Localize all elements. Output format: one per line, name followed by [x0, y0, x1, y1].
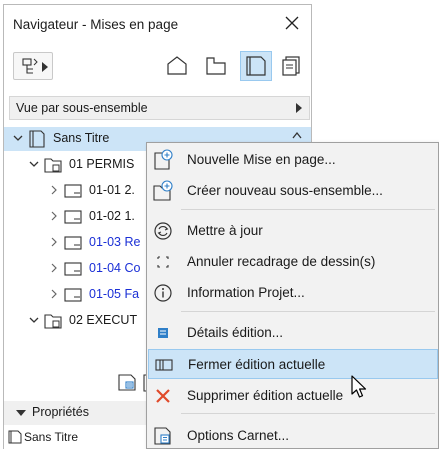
title-bar: Navigateur - Mises en page [4, 5, 311, 43]
delete-x-icon [156, 389, 170, 403]
panel-title: Navigateur - Mises en page [13, 17, 179, 32]
triangle-right-icon [42, 62, 48, 72]
triangle-down-icon [16, 410, 26, 416]
issue-details-icon [158, 328, 168, 338]
close-icon[interactable] [282, 13, 302, 33]
subset-folder-icon [44, 314, 62, 329]
menu-item-book-options[interactable]: Options Carnet... [148, 421, 438, 449]
refresh-icon [154, 222, 172, 240]
chevron-right-icon[interactable] [49, 185, 59, 195]
view-select-value: Vue par sous-ensemble [16, 101, 148, 115]
tree-item-label: 01-02 1. [89, 209, 135, 223]
tree-item-label: 01-03 Re [89, 235, 141, 249]
menu-item-label: Mettre à jour [187, 223, 263, 238]
scroll-up-icon[interactable] [292, 131, 302, 139]
chevron-right-icon[interactable] [49, 263, 59, 273]
crop-cancel-icon [157, 256, 169, 268]
chevron-right-icon[interactable] [49, 289, 59, 299]
tree-item-label: 01-04 Co [89, 261, 141, 275]
menu-item-new-subset[interactable]: Créer nouveau sous-ensemble... [148, 176, 438, 206]
layout-book-icon [29, 130, 45, 148]
toolbar [4, 49, 311, 89]
layout-book-tab-active[interactable] [240, 51, 272, 81]
menu-item-label: Options Carnet... [187, 428, 290, 443]
menu-item-label: Détails édition... [187, 325, 284, 340]
info-icon [154, 284, 172, 302]
menu-item-close-issue[interactable]: Fermer édition actuelle [148, 349, 438, 379]
tree-icon [22, 58, 38, 74]
menu-separator [181, 311, 435, 312]
layout-page-icon [64, 288, 82, 302]
chevron-down-icon[interactable] [13, 133, 23, 143]
menu-item-crop-cancel[interactable]: Annuler recadrage de dessin(s) [148, 247, 438, 277]
chevron-down-icon[interactable] [29, 159, 39, 169]
menu-item-label: Fermer édition actuelle [188, 357, 326, 372]
navigator-menu-button[interactable] [13, 52, 53, 80]
project-map-icon[interactable] [164, 54, 190, 78]
menu-item-label: Annuler recadrage de dessin(s) [187, 254, 376, 269]
menu-item-refresh[interactable]: Mettre à jour [148, 216, 438, 246]
tree-item-label: 02 EXECUT [69, 313, 138, 327]
tree-item-label: Sans Titre [53, 131, 110, 145]
new-layout-icon [154, 149, 173, 170]
chevron-down-icon[interactable] [29, 315, 39, 325]
menu-item-label: Créer nouveau sous-ensemble... [187, 183, 383, 198]
menu-separator [181, 209, 435, 210]
menu-item-new-layout[interactable]: Nouvelle Mise en page... [148, 145, 438, 175]
tree-item-label: 01-05 Fa [89, 287, 140, 301]
chevron-right-icon[interactable] [49, 237, 59, 247]
layout-page-icon [64, 210, 82, 224]
view-map-icon[interactable] [203, 54, 229, 78]
mouse-cursor-icon [351, 375, 367, 398]
layout-page-icon [64, 262, 82, 276]
menu-item-info[interactable]: Information Projet... [148, 278, 438, 308]
context-menu: Nouvelle Mise en page... Créer nouveau so… [146, 142, 439, 449]
menu-item-label: Nouvelle Mise en page... [187, 152, 336, 167]
layout-page-icon [64, 236, 82, 250]
menu-item-issue-details[interactable]: Détails édition... [148, 318, 438, 348]
menu-item-label: Supprimer édition actuelle [187, 388, 344, 403]
menu-item-delete-x[interactable]: Supprimer édition actuelle [148, 381, 438, 411]
book-options-icon [154, 427, 171, 445]
close-issue-icon [155, 359, 173, 371]
tree-item-label: 01 PERMIS [69, 157, 135, 171]
publisher-sets-icon[interactable] [279, 54, 305, 78]
menu-separator [181, 413, 435, 414]
view-select-dropdown[interactable]: Vue par sous-ensemble [9, 96, 310, 120]
new-layout-small-icon[interactable] [116, 371, 138, 393]
subset-folder-icon [44, 158, 62, 173]
new-subset-icon [153, 180, 173, 201]
layout-book-icon [246, 56, 266, 76]
triangle-right-icon [296, 103, 302, 113]
properties-label: Propriétés [32, 405, 89, 419]
layout-book-icon [8, 430, 22, 444]
chevron-right-icon[interactable] [49, 211, 59, 221]
properties-item-label: Sans Titre [24, 430, 79, 444]
layout-page-icon [64, 184, 82, 198]
tree-item-label: 01-01 2. [89, 183, 135, 197]
menu-item-label: Information Projet... [187, 285, 305, 300]
